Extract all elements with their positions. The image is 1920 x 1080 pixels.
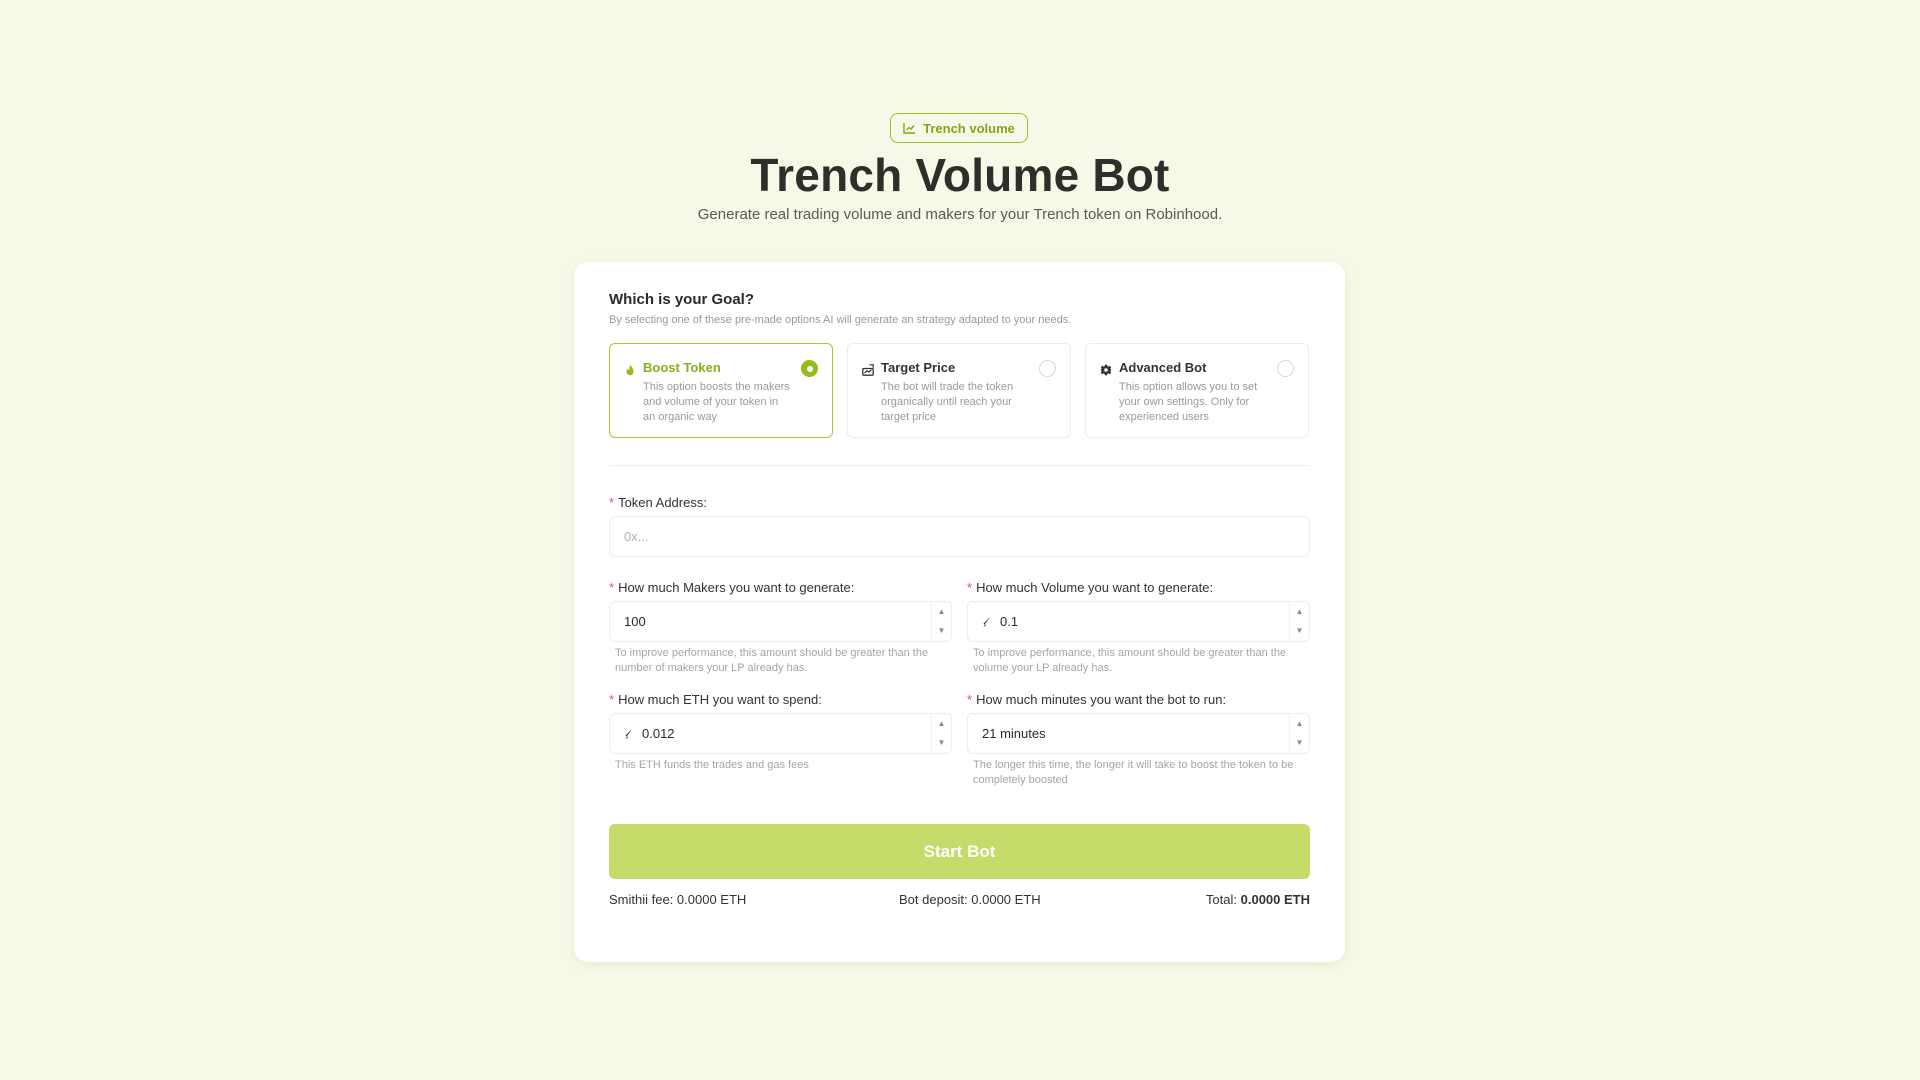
- option-radio[interactable]: [1039, 360, 1056, 377]
- chart-target-icon: [862, 364, 874, 376]
- required-mark: *: [609, 580, 615, 595]
- smithii-fee: Smithii fee: 0.0000 ETH: [609, 892, 747, 907]
- required-mark: *: [609, 692, 615, 707]
- minutes-value: 21 minutes: [982, 726, 1046, 741]
- bot-config-card: Which is your Goal? By selecting one of …: [574, 262, 1345, 962]
- page-title: Trench Volume Bot: [750, 149, 1170, 201]
- chart-line-icon: [903, 123, 916, 134]
- stepper-up-icon[interactable]: ▲: [1296, 719, 1304, 728]
- goal-option-advanced-bot[interactable]: Advanced Bot This option allows you to s…: [1085, 343, 1309, 438]
- minutes-label: * How much minutes you want the bot to ru…: [967, 692, 1227, 707]
- section-divider: [609, 465, 1310, 466]
- stepper-down-icon[interactable]: ▼: [938, 739, 946, 747]
- required-mark: *: [609, 495, 615, 510]
- option-description: The bot will trade the token organically…: [881, 381, 1014, 423]
- stepper-down-icon[interactable]: ▼: [1296, 627, 1304, 635]
- eth-input[interactable]: 0.012 ▲ ▼: [609, 713, 952, 754]
- option-title: Target Price: [881, 360, 956, 375]
- required-mark: *: [967, 580, 973, 595]
- option-description: This option boosts the makers and volume…: [643, 381, 790, 423]
- flame-icon: [626, 364, 634, 376]
- eth-help: This ETH funds the trades and gas fees: [615, 759, 809, 771]
- stepper-down-icon[interactable]: ▼: [1296, 739, 1304, 747]
- goal-option-target-price[interactable]: Target Price The bot will trade the toke…: [847, 343, 1071, 438]
- stepper-up-icon[interactable]: ▲: [938, 719, 946, 728]
- goal-description: By selecting one of these pre-made optio…: [609, 314, 1072, 326]
- eth-value: 0.012: [642, 726, 675, 741]
- option-radio[interactable]: [1277, 360, 1294, 377]
- stepper-up-icon[interactable]: ▲: [938, 607, 946, 616]
- eth-label: * How much ETH you want to spend:: [609, 692, 822, 707]
- makers-value: 100: [624, 614, 646, 629]
- minutes-help: The longer this time, the longer it will…: [973, 759, 1294, 786]
- token-address-placeholder: 0x...: [624, 529, 649, 544]
- volume-input[interactable]: 0.1 ▲ ▼: [967, 601, 1310, 642]
- makers-input[interactable]: 100 ▲ ▼: [609, 601, 952, 642]
- minutes-input[interactable]: 21 minutes ▲ ▼: [967, 713, 1310, 754]
- bot-deposit: Bot deposit: 0.0000 ETH: [899, 892, 1041, 907]
- option-description: This option allows you to set your own s…: [1119, 381, 1258, 423]
- eth-icon: [983, 616, 991, 627]
- stepper-down-icon[interactable]: ▼: [938, 627, 946, 635]
- volume-stepper[interactable]: ▲ ▼: [1289, 602, 1309, 641]
- total-label: Total:: [1205, 892, 1237, 907]
- makers-help: To improve performance, this amount shou…: [615, 647, 929, 674]
- option-title: Boost Token: [643, 360, 721, 375]
- option-title: Advanced Bot: [1119, 360, 1207, 375]
- eth-icon: [625, 728, 633, 739]
- volume-value: 0.1: [1000, 614, 1019, 629]
- trench-volume-badge: Trench volume: [890, 113, 1028, 143]
- token-address-label: * Token Address:: [609, 495, 707, 510]
- total-fee: Total: 0.0000 ETH: [1206, 892, 1310, 907]
- total-value: 0.0000 ETH: [1240, 892, 1310, 907]
- makers-stepper[interactable]: ▲ ▼: [931, 602, 951, 641]
- token-address-input[interactable]: 0x...: [609, 516, 1310, 557]
- goal-option-boost-token[interactable]: Boost Token This option boosts the maker…: [609, 343, 833, 438]
- gear-icon: [1100, 364, 1112, 376]
- eth-stepper[interactable]: ▲ ▼: [931, 714, 951, 753]
- goal-title: Which is your Goal?: [609, 291, 755, 308]
- minutes-stepper[interactable]: ▲ ▼: [1289, 714, 1309, 753]
- makers-label: * How much Makers you want to generate:: [609, 580, 855, 595]
- option-radio[interactable]: [801, 360, 818, 377]
- stepper-up-icon[interactable]: ▲: [1296, 607, 1304, 616]
- start-bot-button[interactable]: Start Bot: [609, 824, 1310, 879]
- badge-label: Trench volume: [923, 120, 1015, 136]
- required-mark: *: [967, 692, 973, 707]
- volume-help: To improve performance, this amount shou…: [973, 647, 1287, 674]
- page-subtitle: Generate real trading volume and makers …: [697, 206, 1223, 223]
- volume-label: * How much Volume you want to generate:: [967, 580, 1214, 595]
